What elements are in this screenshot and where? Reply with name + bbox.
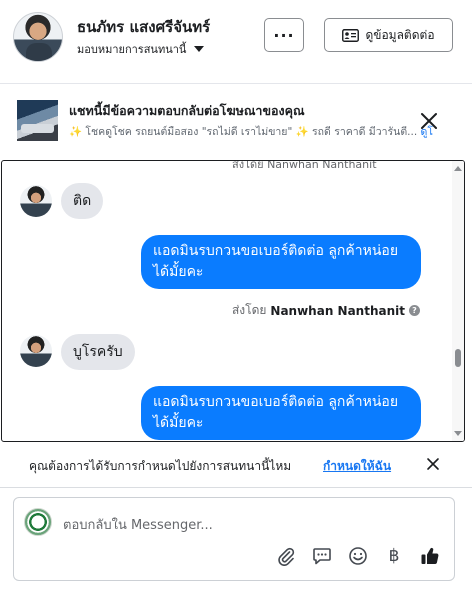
like-button[interactable] bbox=[418, 544, 442, 568]
message-thread[interactable]: ส่งโดย Nanwhan Nanthanit ติด แอดมินรบกวน… bbox=[1, 160, 465, 442]
sent-by-name[interactable]: Nanwhan Nanthanit bbox=[270, 304, 405, 318]
inbox-conversation-panel: ธนภัทร แสงศรีจันทร์ มอบหมายการสนทนานี้ ·… bbox=[0, 0, 472, 599]
ad-banner-subtitle: ✨ โชคดูโชค รถยนต์มือสอง "รถไม่ดี เราไม่ข… bbox=[69, 123, 465, 140]
page-logo-avatar bbox=[24, 508, 52, 536]
assign-conversation-dropdown[interactable]: มอบหมายการสนทนานี้ bbox=[77, 40, 205, 58]
contact-avatar[interactable] bbox=[20, 335, 52, 367]
close-icon[interactable] bbox=[418, 110, 440, 132]
help-icon[interactable]: ? bbox=[409, 305, 420, 316]
scroll-up-arrow-icon[interactable] bbox=[454, 166, 462, 171]
baht-icon: ฿ bbox=[388, 546, 400, 566]
ad-subtitle-text: โชคดูโชค รถยนต์มือสอง "รถไม่ดี เราไม่ขาย… bbox=[82, 126, 296, 138]
composer-divider bbox=[0, 487, 472, 488]
conversation-header: ธนภัทร แสงศรีจันทร์ มอบหมายการสนทนานี้ ·… bbox=[0, 0, 472, 84]
close-icon[interactable] bbox=[425, 456, 441, 472]
sent-by-prefix: ส่งโดย bbox=[231, 303, 267, 317]
contact-avatar[interactable] bbox=[20, 185, 52, 217]
scrollbar-thumb[interactable] bbox=[455, 349, 461, 367]
thread-scrollbar[interactable] bbox=[452, 161, 464, 441]
saved-replies-button[interactable] bbox=[310, 544, 334, 568]
composer-toolbar: ฿ bbox=[274, 544, 442, 568]
sent-by-line: ส่งโดย Nanwhan Nanthanit ? bbox=[232, 301, 420, 320]
emoji-button[interactable] bbox=[346, 544, 370, 568]
incoming-message[interactable]: ติด bbox=[61, 183, 104, 219]
reply-input[interactable]: ตอบกลับใน Messenger... bbox=[63, 514, 213, 535]
outgoing-message[interactable]: แอดมินรบกวนขอเบอร์ติดต่อ ลูกค้าหน่อยได้ม… bbox=[141, 235, 421, 289]
clipped-sent-by-text: ส่งโดย Nanwhan Nanthanit bbox=[232, 160, 377, 171]
reply-composer: ตอบกลับใน Messenger... ฿ bbox=[13, 497, 455, 581]
ad-thumbnail[interactable] bbox=[17, 100, 58, 141]
chevron-down-icon bbox=[194, 46, 205, 52]
attach-file-button[interactable] bbox=[274, 544, 298, 568]
assign-prompt-bar: คุณต้องการได้รับการกำหนดไปยังการสนทนานี้… bbox=[0, 452, 472, 476]
incoming-message[interactable]: บูโรครับ bbox=[61, 334, 135, 370]
ad-reply-banner: แชทนี้มีข้อความตอบกลับต่อโฆษณาของคุณ ✨ โ… bbox=[0, 88, 472, 156]
outgoing-message[interactable]: แอดมินรบกวนขอเบอร์ติดต่อ ลูกค้าหน่อยได้ม… bbox=[141, 386, 421, 440]
assign-label: มอบหมายการสนทนานี้ bbox=[77, 43, 187, 56]
scroll-down-arrow-icon[interactable] bbox=[454, 431, 462, 436]
contact-name[interactable]: ธนภัทร แสงศรีจันทร์ bbox=[77, 15, 210, 39]
more-options-button[interactable]: ··· bbox=[264, 18, 304, 52]
thumbs-up-icon bbox=[421, 547, 439, 565]
contact-avatar[interactable] bbox=[13, 12, 63, 62]
sparkle-icon: ✨ bbox=[295, 126, 309, 138]
sparkle-icon: ✨ bbox=[69, 126, 83, 138]
ad-subtitle-tail: รถดี ราคาดี มีวารันตี... bbox=[308, 126, 418, 138]
assign-prompt-question: คุณต้องการได้รับการกำหนดไปยังการสนทนานี้… bbox=[29, 459, 292, 473]
ad-banner-title: แชทนี้มีข้อความตอบกลับต่อโฆษณาของคุณ bbox=[69, 103, 305, 118]
view-contact-info-label: ดูข้อมูลติดต่อ bbox=[365, 27, 435, 42]
view-contact-info-button[interactable]: ดูข้อมูลติดต่อ bbox=[324, 18, 453, 52]
payment-button[interactable]: ฿ bbox=[382, 544, 406, 568]
saved-reply-icon bbox=[313, 548, 331, 565]
assign-to-me-link[interactable]: กำหนดให้ฉัน bbox=[323, 457, 391, 476]
paperclip-icon bbox=[278, 547, 295, 566]
contact-card-icon bbox=[342, 28, 360, 42]
emoji-icon bbox=[349, 547, 367, 565]
